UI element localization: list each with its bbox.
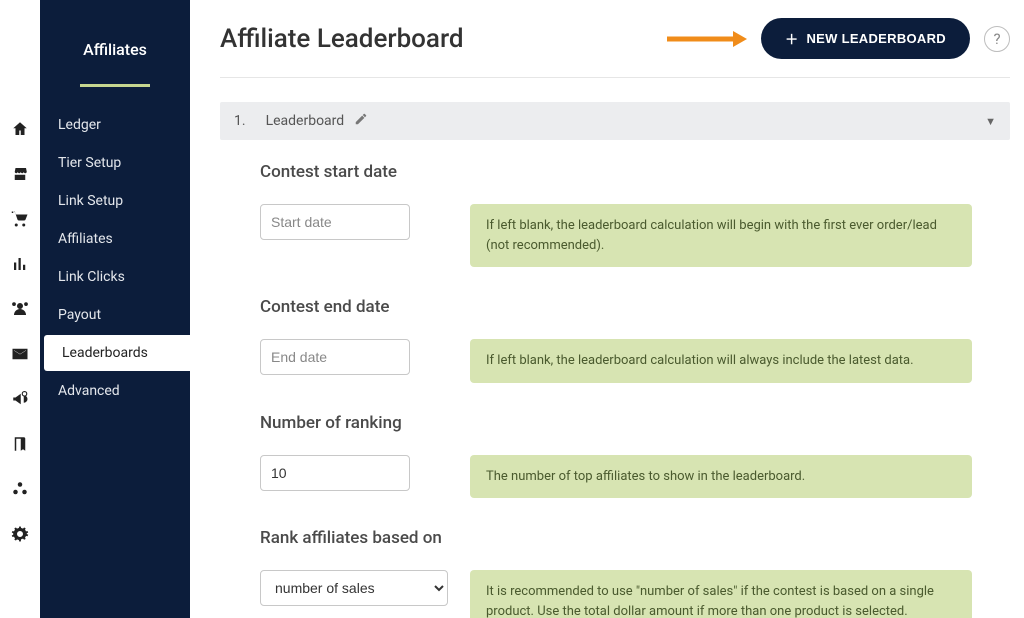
nav-advanced[interactable]: Advanced <box>40 373 190 409</box>
iconbar <box>0 0 40 618</box>
hint-ranking: The number of top affiliates to show in … <box>470 455 972 499</box>
sidebar: Affiliates Ledger Tier Setup Link Setup … <box>40 0 190 618</box>
chart-icon[interactable] <box>11 255 29 273</box>
sidebar-title: Affiliates <box>40 30 190 59</box>
main: Affiliate Leaderboard ＋ NEW LEADERBOARD … <box>190 0 1024 618</box>
gear-icon[interactable] <box>11 525 29 543</box>
form-body: Contest start date If left blank, the le… <box>220 140 1018 618</box>
hint-end-date: If left blank, the leaderboard calculati… <box>470 339 972 383</box>
store-icon[interactable] <box>11 165 29 183</box>
nav-leaderboards[interactable]: Leaderboards <box>44 335 190 371</box>
hint-start-date: If left blank, the leaderboard calculati… <box>470 204 972 267</box>
mail-icon[interactable] <box>11 345 29 363</box>
based-on-select[interactable]: number of sales <box>260 570 448 606</box>
users-icon[interactable] <box>11 300 29 318</box>
cart-icon[interactable] <box>11 210 29 228</box>
book-icon[interactable] <box>11 435 29 453</box>
sidebar-underline <box>80 84 150 87</box>
nav-payout[interactable]: Payout <box>40 297 190 333</box>
label-start-date: Contest start date <box>260 162 1008 182</box>
accordion-index: 1. <box>234 113 246 129</box>
nav-items: Ledger Tier Setup Link Setup Affiliates … <box>40 107 190 409</box>
start-date-input[interactable] <box>260 204 410 240</box>
chevron-down-icon[interactable]: ▼ <box>985 115 996 128</box>
header: Affiliate Leaderboard ＋ NEW LEADERBOARD … <box>220 18 1010 78</box>
nav-ledger[interactable]: Ledger <box>40 107 190 143</box>
pencil-icon[interactable] <box>354 112 368 130</box>
end-date-input[interactable] <box>260 339 410 375</box>
nav-tier-setup[interactable]: Tier Setup <box>40 145 190 181</box>
home-icon[interactable] <box>11 120 29 138</box>
new-leaderboard-button[interactable]: ＋ NEW LEADERBOARD <box>761 18 970 59</box>
page-title: Affiliate Leaderboard <box>220 24 464 54</box>
nodes-icon[interactable] <box>11 480 29 498</box>
new-leaderboard-label: NEW LEADERBOARD <box>806 31 946 46</box>
nav-link-setup[interactable]: Link Setup <box>40 183 190 219</box>
label-based-on: Rank affiliates based on <box>260 528 1008 548</box>
hint-based-on: It is recommended to use "number of sale… <box>470 570 972 618</box>
accordion-header[interactable]: 1. Leaderboard ▼ <box>220 102 1010 140</box>
accordion-name: Leaderboard <box>266 113 345 129</box>
label-end-date: Contest end date <box>260 297 1008 317</box>
nav-affiliates[interactable]: Affiliates <box>40 221 190 257</box>
megaphone-icon[interactable] <box>11 390 29 408</box>
plus-icon: ＋ <box>785 29 798 48</box>
nav-link-clicks[interactable]: Link Clicks <box>40 259 190 295</box>
annotation-arrow <box>667 29 747 49</box>
help-button[interactable]: ? <box>984 26 1010 52</box>
ranking-input[interactable] <box>260 455 410 491</box>
label-ranking: Number of ranking <box>260 413 1008 433</box>
